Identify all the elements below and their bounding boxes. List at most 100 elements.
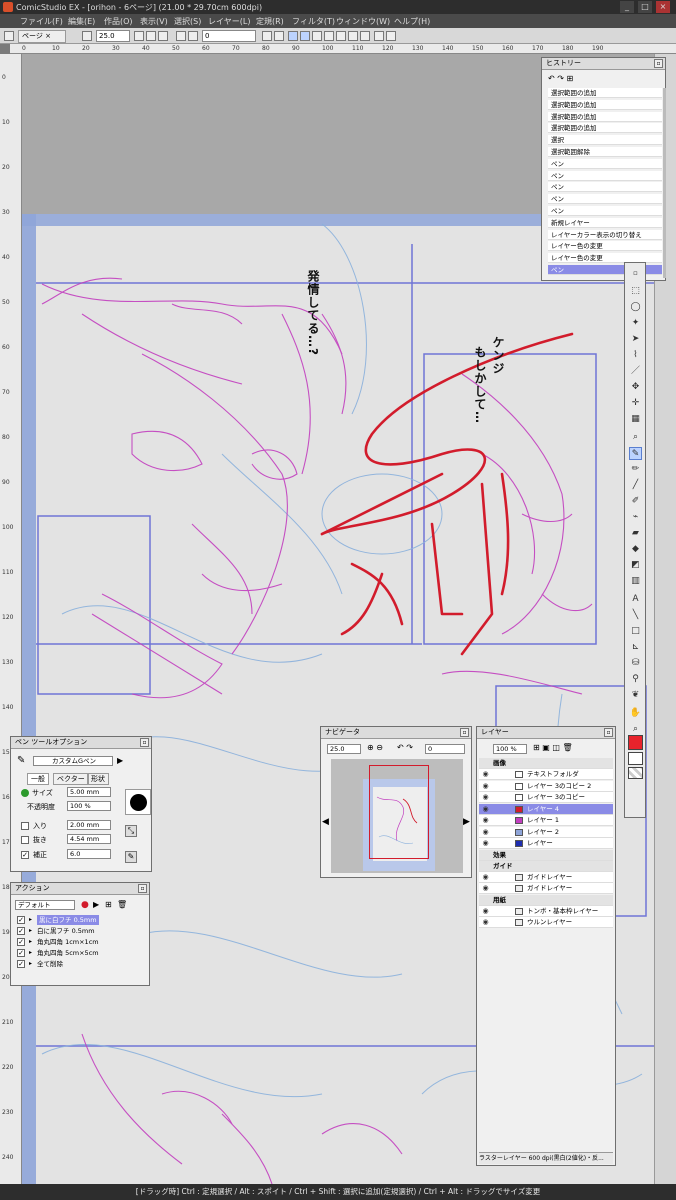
action-item[interactable]: ✓ ▸ 角丸四角 1cm×1cm: [15, 937, 145, 947]
preset-menu-icon[interactable]: ▶: [117, 756, 123, 765]
layer-opacity-field[interactable]: 100 %: [493, 744, 527, 754]
navigator-view-rect[interactable]: [369, 765, 429, 859]
navigator-rotate-icons[interactable]: ↶ ↷: [397, 743, 413, 752]
action-item[interactable]: ✓ ▸ 白に黒フチ 0.5mm: [15, 926, 145, 936]
action-set-select[interactable]: デフォルト: [15, 900, 75, 910]
pen-tool-icon[interactable]: ✎: [629, 447, 642, 460]
preview-icon[interactable]: [360, 31, 370, 41]
navigator-angle-field[interactable]: 0: [425, 744, 465, 754]
gradient-icon[interactable]: ▥: [629, 575, 642, 588]
hand-move-icon[interactable]: ✥: [629, 381, 642, 394]
history-scrollbar[interactable]: [663, 88, 666, 278]
knife-icon[interactable]: ／: [629, 365, 642, 378]
minimize-button[interactable]: _: [620, 1, 634, 13]
navigator-preview[interactable]: [331, 759, 463, 873]
primary-color-swatch[interactable]: [628, 735, 643, 750]
navigator-right-arrow-icon[interactable]: ▶: [463, 817, 470, 827]
delete-action-icon[interactable]: 🗑: [117, 900, 127, 909]
expand-arrow-icon[interactable]: ▸: [29, 915, 32, 925]
hand-icon[interactable]: ✋: [629, 707, 642, 720]
object-select-icon[interactable]: ➤: [629, 333, 642, 346]
line-icon[interactable]: ╲: [629, 609, 642, 622]
move-icon[interactable]: ✛: [629, 397, 642, 410]
eye-icon[interactable]: ◉: [481, 770, 490, 779]
history-item[interactable]: 選択範囲の追加: [548, 99, 662, 110]
in-checkbox[interactable]: [21, 822, 29, 830]
secondary-color-swatch[interactable]: [628, 752, 643, 765]
layer-row[interactable]: ◉ レイヤー 3のコピー: [479, 792, 613, 803]
layer-action-icons[interactable]: ⊞ ▣ ◫ 🗑: [533, 743, 573, 752]
eye-icon[interactable]: ◉: [481, 839, 490, 848]
action-item[interactable]: ✓ ▸ 黒に白フチ 0.5mm: [15, 915, 145, 925]
layer-group-header[interactable]: ガイド: [479, 860, 613, 872]
zoom-tool-icon[interactable]: ⌕: [629, 431, 642, 444]
frame-icon[interactable]: ▦: [629, 413, 642, 426]
menu-window[interactable]: ウィンドウ(W): [336, 16, 390, 27]
eyedropper-icon[interactable]: ⌇: [629, 349, 642, 362]
history-item[interactable]: レイヤーカラー表示の切り替え: [548, 229, 662, 240]
airbrush-icon[interactable]: ✐: [629, 495, 642, 508]
out-checkbox[interactable]: [21, 836, 29, 844]
flip-icon[interactable]: [262, 31, 272, 41]
history-item[interactable]: 選択範囲解除: [548, 147, 662, 157]
eye-icon[interactable]: ◉: [481, 816, 490, 825]
fill-icon[interactable]: ◆: [629, 543, 642, 556]
action-checkbox[interactable]: ✓: [17, 916, 25, 924]
layer-group-header[interactable]: 効果: [479, 849, 613, 861]
history-item[interactable]: ペン: [548, 170, 662, 181]
history-item[interactable]: ペン: [548, 206, 662, 216]
marker-icon[interactable]: ╱: [629, 479, 642, 492]
pressure-size-icon[interactable]: ⤡: [125, 825, 137, 837]
eye-icon[interactable]: ◉: [481, 918, 490, 927]
bucket-icon[interactable]: ⛁: [629, 657, 642, 670]
stamp-icon[interactable]: ⚲: [629, 673, 642, 686]
pen-options-close-button[interactable]: ▫: [140, 738, 149, 747]
expand-arrow-icon[interactable]: ▸: [29, 948, 32, 958]
expand-arrow-icon[interactable]: ▸: [29, 926, 32, 936]
eye-icon[interactable]: ◉: [481, 793, 490, 802]
action-checkbox[interactable]: ✓: [17, 938, 25, 946]
layer-row[interactable]: ◉ ガイドレイヤー: [479, 883, 613, 894]
layer-row[interactable]: ◉ ガイドレイヤー: [479, 871, 613, 883]
smooth-checkbox[interactable]: ✓: [21, 851, 29, 859]
tab-general[interactable]: 一般: [27, 773, 49, 785]
rect-icon[interactable]: □: [629, 625, 642, 638]
zoom-field[interactable]: 25.0: [96, 30, 130, 42]
menu-layer[interactable]: レイヤー(L): [208, 16, 250, 27]
history-item[interactable]: 選択: [548, 135, 662, 146]
menu-ruler[interactable]: 定規(R): [256, 16, 284, 27]
history-item[interactable]: レイヤー色の変更: [548, 241, 662, 252]
history-item[interactable]: 選択範囲の追加: [548, 111, 662, 122]
eye-icon[interactable]: ◉: [481, 884, 490, 893]
eye-icon[interactable]: ◉: [481, 828, 490, 837]
layer-row[interactable]: ◉ ウルンレイヤー: [479, 917, 613, 928]
text-tool-icon[interactable]: A: [629, 593, 642, 606]
navigator-zoom-field[interactable]: 25.0: [327, 744, 361, 754]
expand-arrow-icon[interactable]: ▸: [29, 959, 32, 969]
menu-help[interactable]: ヘルプ(H): [394, 16, 430, 27]
perspective-icon[interactable]: [336, 31, 346, 41]
history-close-button[interactable]: ▫: [654, 59, 663, 68]
opacity-field[interactable]: 100 %: [67, 801, 111, 811]
history-item[interactable]: 選択範囲の追加: [548, 123, 662, 134]
record-icon[interactable]: ●: [81, 900, 89, 910]
pressure-opacity-icon[interactable]: ✎: [125, 851, 137, 863]
action-checkbox[interactable]: ✓: [17, 960, 25, 968]
lasso-tool-icon[interactable]: ◯: [629, 301, 642, 314]
action-item[interactable]: ✓ ▸ 角丸四角 5cm×5cm: [15, 948, 145, 958]
pin-icon[interactable]: [4, 31, 14, 41]
menu-file[interactable]: ファイル(F): [20, 16, 63, 27]
action-item[interactable]: ✓ ▸ 全て削除: [15, 959, 145, 969]
zoom-out-icon[interactable]: [146, 31, 156, 41]
layer-row[interactable]: ◉ レイヤー 2: [479, 826, 613, 838]
marquee-tool-icon[interactable]: ⬚: [629, 285, 642, 298]
fit-icon[interactable]: [82, 31, 92, 41]
eye-icon[interactable]: ◉: [481, 782, 490, 791]
transparency-icon[interactable]: [348, 31, 358, 41]
rotate-left-icon[interactable]: [176, 31, 186, 41]
expand-arrow-icon[interactable]: ▸: [29, 937, 32, 947]
action-close-button[interactable]: ▫: [138, 884, 147, 893]
menu-filter[interactable]: フィルタ(T): [292, 16, 335, 27]
menu-work[interactable]: 作品(O): [104, 16, 133, 27]
layer-close-button[interactable]: ▫: [604, 728, 613, 737]
